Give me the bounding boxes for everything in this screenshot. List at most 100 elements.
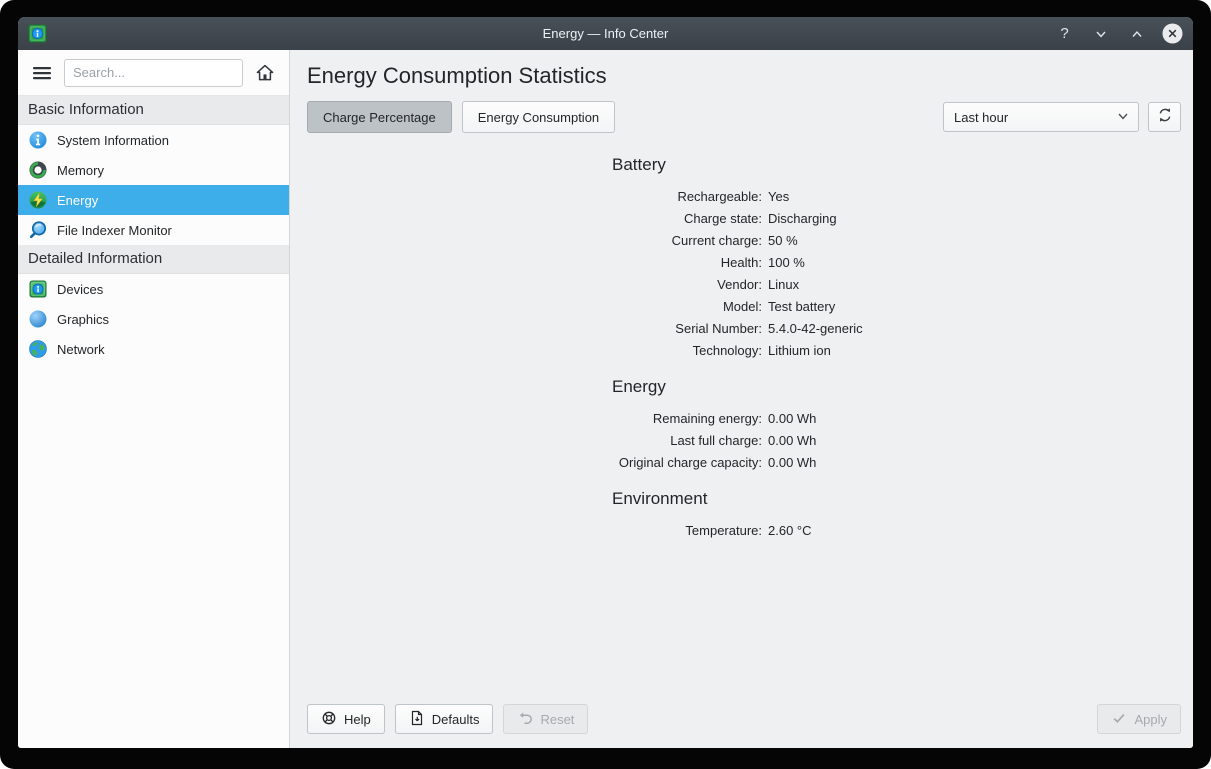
window-frame: Energy — Info Center ?: [0, 0, 1211, 769]
footer-button-bar: Help Defaults Reset: [290, 694, 1193, 748]
form-value: Discharging: [768, 208, 837, 230]
form-label: Health:: [290, 252, 762, 274]
form-label: Rechargeable:: [290, 186, 762, 208]
form-row: Health: 100 %: [290, 252, 1193, 274]
form-value: 0.00 Wh: [768, 430, 816, 452]
timespan-dropdown[interactable]: Last hour: [943, 102, 1139, 132]
reset-button[interactable]: Reset: [503, 704, 588, 734]
sidebar-item-label: Network: [57, 342, 105, 357]
form-row: Rechargeable: Yes: [290, 186, 1193, 208]
form-value: Linux: [768, 274, 799, 296]
sidebar-header: [18, 50, 289, 96]
form-row: Technology:Lithium ion: [290, 340, 1193, 362]
sidebar-item-system-information[interactable]: System Information: [18, 125, 289, 155]
sidebar-item-memory[interactable]: Memory: [18, 155, 289, 185]
form-value: 0.00 Wh: [768, 408, 816, 430]
file-indexer-icon: [28, 220, 48, 240]
main-content: Energy Consumption Statistics Charge Per…: [290, 50, 1193, 748]
page-title: Energy Consumption Statistics: [307, 63, 1193, 89]
apply-check-icon: [1111, 710, 1127, 729]
form-row: Vendor: Linux: [290, 274, 1193, 296]
graphics-icon: [28, 309, 48, 329]
form-row: Original charge capacity: 0.00 Wh: [290, 452, 1193, 474]
titlebar[interactable]: Energy — Info Center ?: [18, 17, 1193, 50]
form-label: Original charge capacity:: [290, 452, 762, 474]
form-label: Serial Number:: [290, 318, 762, 340]
apply-button-label: Apply: [1134, 712, 1167, 727]
sidebar: Basic InformationSystem InformationMemor…: [18, 50, 290, 748]
refresh-icon: [1156, 106, 1174, 129]
form-value: 5.4.0-42-generic: [768, 318, 863, 340]
timespan-selected-value: Last hour: [954, 110, 1008, 125]
sidebar-item-file-indexer-monitor[interactable]: File Indexer Monitor: [18, 215, 289, 245]
view-buttons: Charge Percentage Energy Consumption: [307, 101, 625, 133]
sidebar-item-label: Graphics: [57, 312, 109, 327]
form-value: 0.00 Wh: [768, 452, 816, 474]
form-label: Charge state:: [290, 208, 762, 230]
info-center-app-icon: [28, 24, 47, 43]
defaults-button[interactable]: Defaults: [395, 704, 494, 734]
titlebar-help-button[interactable]: ?: [1054, 23, 1075, 44]
sidebar-item-label: Energy: [57, 193, 98, 208]
sidebar-item-devices[interactable]: Devices: [18, 274, 289, 304]
view-button-charge-percentage[interactable]: Charge Percentage: [307, 101, 452, 133]
info-center-window: Energy — Info Center ?: [18, 17, 1193, 748]
sidebar-section-detailed-information: Detailed Information: [18, 245, 289, 274]
refresh-button[interactable]: [1148, 102, 1181, 132]
help-button-label: Help: [344, 712, 371, 727]
form-value: 50 %: [768, 230, 798, 252]
form-value: Lithium ion: [768, 340, 831, 362]
form-value: Yes: [768, 186, 789, 208]
section-title-battery: Battery: [612, 155, 1193, 175]
apply-button[interactable]: Apply: [1097, 704, 1181, 734]
toolbar: Charge Percentage Energy Consumption Last…: [307, 101, 1181, 133]
form-row: Model: Test battery: [290, 296, 1193, 318]
form-row: Current charge: 50 %: [290, 230, 1193, 252]
sidebar-item-label: Memory: [57, 163, 104, 178]
form-value: Test battery: [768, 296, 835, 318]
search-input[interactable]: [64, 59, 243, 87]
maximize-icon[interactable]: [1126, 23, 1147, 44]
form-area: Battery Rechargeable: Yes Charge state: Disc…: [290, 155, 1193, 542]
section-title-energy: Energy: [612, 377, 1193, 397]
chevron-down-icon: [1116, 109, 1130, 126]
energy-icon: [28, 190, 48, 210]
sidebar-item-graphics[interactable]: Graphics: [18, 304, 289, 334]
reset-button-label: Reset: [540, 712, 574, 727]
form-label: Remaining energy:: [290, 408, 762, 430]
help-button[interactable]: Help: [307, 704, 385, 734]
sidebar-item-label: System Information: [57, 133, 169, 148]
defaults-button-label: Defaults: [432, 712, 480, 727]
network-icon: [28, 339, 48, 359]
hamburger-menu-icon[interactable]: [29, 60, 55, 86]
sidebar-item-label: File Indexer Monitor: [57, 223, 172, 238]
form-label: Current charge:: [290, 230, 762, 252]
sidebar-item-network[interactable]: Network: [18, 334, 289, 364]
memory-icon: [28, 160, 48, 180]
form-row: Serial Number: 5.4.0-42-generic: [290, 318, 1193, 340]
form-value: 100 %: [768, 252, 805, 274]
sidebar-item-energy[interactable]: Energy: [18, 185, 289, 215]
sidebar-nav: Basic InformationSystem InformationMemor…: [18, 96, 289, 748]
home-icon[interactable]: [252, 60, 278, 86]
form-value: 2.60 °C: [768, 520, 812, 542]
form-row: Last full charge: 0.00 Wh: [290, 430, 1193, 452]
form-row: Remaining energy: 0.00 Wh: [290, 408, 1193, 430]
form-label: Model:: [290, 296, 762, 318]
sidebar-item-label: Devices: [57, 282, 103, 297]
window-title: Energy — Info Center: [18, 26, 1193, 41]
form-row: Temperature: 2.60 °C: [290, 520, 1193, 542]
reset-undo-icon: [517, 710, 533, 729]
form-label: Last full charge:: [290, 430, 762, 452]
close-icon[interactable]: [1162, 23, 1183, 44]
form-label: Vendor:: [290, 274, 762, 296]
defaults-document-icon: [409, 710, 425, 729]
minimize-icon[interactable]: [1090, 23, 1111, 44]
help-lifering-icon: [321, 710, 337, 729]
view-button-energy-consumption[interactable]: Energy Consumption: [462, 101, 615, 133]
form-label: Temperature:: [290, 520, 762, 542]
devices-icon: [28, 279, 48, 299]
section-title-environment: Environment: [612, 489, 1193, 509]
form-row: Charge state: Discharging: [290, 208, 1193, 230]
system-information-icon: [28, 130, 48, 150]
